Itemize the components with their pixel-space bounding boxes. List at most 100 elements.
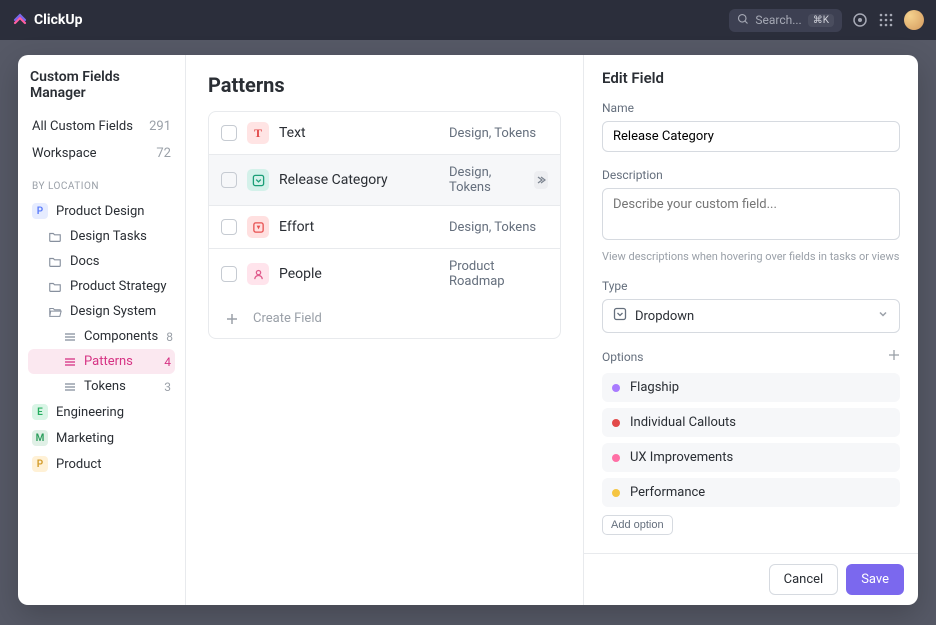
add-option-icon[interactable] bbox=[888, 349, 900, 365]
field-name: Text bbox=[279, 125, 439, 141]
record-icon[interactable] bbox=[852, 12, 868, 28]
location-item[interactable]: Design Tasks bbox=[28, 224, 175, 249]
summary-all[interactable]: All Custom Fields 291 bbox=[28, 113, 175, 140]
create-field[interactable]: Create Field bbox=[209, 299, 560, 338]
people-field-icon bbox=[247, 263, 269, 285]
field-row[interactable]: Release Category Design, Tokens bbox=[209, 155, 560, 206]
location-label: Design System bbox=[70, 304, 156, 319]
more-locations-icon[interactable] bbox=[534, 171, 548, 189]
location-label: Marketing bbox=[56, 431, 114, 446]
row-checkbox[interactable] bbox=[221, 172, 237, 188]
options-label: Options bbox=[602, 350, 644, 364]
location-item[interactable]: Tokens 3 bbox=[28, 374, 175, 399]
option-color-dot bbox=[612, 489, 620, 497]
field-location: Design, Tokens bbox=[449, 126, 536, 141]
field-location: Product Roadmap bbox=[449, 259, 548, 289]
row-checkbox[interactable] bbox=[221, 219, 237, 235]
option-label: Individual Callouts bbox=[630, 415, 736, 430]
location-item[interactable]: Docs bbox=[28, 249, 175, 274]
location-count: 8 bbox=[166, 330, 173, 344]
topbar: ClickUp Search... ⌘K bbox=[0, 0, 936, 40]
space-badge: P bbox=[32, 456, 48, 472]
sidebar-title: Custom Fields Manager bbox=[28, 69, 175, 101]
location-item[interactable]: P Product Design bbox=[28, 198, 175, 224]
location-item[interactable]: M Marketing bbox=[28, 425, 175, 451]
location-count: 3 bbox=[164, 380, 171, 394]
name-input[interactable] bbox=[602, 121, 900, 152]
option-color-dot bbox=[612, 454, 620, 462]
location-label: Components bbox=[84, 329, 158, 344]
option-color-dot bbox=[612, 384, 620, 392]
location-label: Docs bbox=[70, 254, 99, 269]
location-item[interactable]: P Product bbox=[28, 451, 175, 477]
cancel-button[interactable]: Cancel bbox=[769, 564, 839, 595]
main-content: Patterns T Text Design, Tokens Release C… bbox=[186, 55, 583, 605]
add-option-button[interactable]: Add option bbox=[602, 515, 673, 535]
chevron-down-icon bbox=[877, 308, 889, 324]
location-label: Product Strategy bbox=[70, 279, 166, 294]
location-label: Patterns bbox=[84, 354, 133, 369]
custom-fields-modal: Custom Fields Manager All Custom Fields … bbox=[18, 55, 918, 605]
type-select[interactable]: Dropdown bbox=[602, 299, 900, 333]
folder-icon bbox=[48, 230, 62, 244]
fields-table: T Text Design, Tokens Release Category D… bbox=[208, 111, 561, 339]
option-label: Flagship bbox=[630, 380, 679, 395]
section-by-location: BY LOCATION bbox=[32, 181, 175, 192]
list-icon bbox=[64, 331, 76, 343]
field-name: Release Category bbox=[279, 172, 439, 188]
dropdown-option[interactable]: Flagship bbox=[602, 373, 900, 402]
global-search[interactable]: Search... ⌘K bbox=[729, 9, 842, 32]
field-location: Design, Tokens bbox=[449, 165, 518, 195]
field-name: People bbox=[279, 266, 439, 282]
option-color-dot bbox=[612, 419, 620, 427]
user-avatar[interactable] bbox=[904, 10, 924, 30]
field-name: Effort bbox=[279, 219, 439, 235]
brand: ClickUp bbox=[12, 12, 82, 28]
row-checkbox[interactable] bbox=[221, 266, 237, 282]
name-label: Name bbox=[602, 101, 900, 115]
field-row[interactable]: Effort Design, Tokens bbox=[209, 206, 560, 249]
location-item[interactable]: E Engineering bbox=[28, 399, 175, 425]
field-location: Design, Tokens bbox=[449, 220, 536, 235]
dropdown-option[interactable]: Performance bbox=[602, 478, 900, 507]
folder-open-icon bbox=[48, 305, 62, 319]
field-row[interactable]: T Text Design, Tokens bbox=[209, 112, 560, 155]
location-count: 4 bbox=[164, 355, 171, 369]
dropdown-option[interactable]: UX Improvements bbox=[602, 443, 900, 472]
location-label: Tokens bbox=[84, 379, 126, 394]
plus-icon bbox=[221, 312, 243, 326]
search-icon bbox=[737, 13, 749, 28]
save-button[interactable]: Save bbox=[846, 564, 904, 595]
list-icon bbox=[64, 381, 76, 393]
space-badge: P bbox=[32, 203, 48, 219]
panel-footer: Cancel Save bbox=[584, 553, 918, 605]
location-label: Engineering bbox=[56, 405, 124, 420]
space-badge: M bbox=[32, 430, 48, 446]
location-item[interactable]: Design System bbox=[28, 299, 175, 324]
location-label: Product bbox=[56, 457, 101, 472]
dropdown-option[interactable]: Individual Callouts bbox=[602, 408, 900, 437]
location-item[interactable]: Patterns 4 bbox=[28, 349, 175, 374]
description-input[interactable] bbox=[602, 188, 900, 240]
folder-icon bbox=[48, 280, 62, 294]
row-checkbox[interactable] bbox=[221, 125, 237, 141]
location-item[interactable]: Product Strategy bbox=[28, 274, 175, 299]
description-hint: View descriptions when hovering over fie… bbox=[602, 250, 900, 263]
dropdown-field-icon bbox=[247, 169, 269, 191]
logo-icon bbox=[12, 12, 28, 28]
description-label: Description bbox=[602, 168, 900, 182]
summary-workspace[interactable]: Workspace 72 bbox=[28, 140, 175, 167]
type-label: Type bbox=[602, 279, 900, 293]
search-placeholder: Search... bbox=[755, 13, 801, 27]
effort-field-icon bbox=[247, 216, 269, 238]
apps-icon[interactable] bbox=[878, 12, 894, 28]
text-field-icon: T bbox=[247, 122, 269, 144]
folder-icon bbox=[48, 255, 62, 269]
field-row[interactable]: People Product Roadmap bbox=[209, 249, 560, 299]
dropdown-icon bbox=[613, 307, 627, 325]
space-badge: E bbox=[32, 404, 48, 420]
list-icon bbox=[64, 356, 76, 368]
location-label: Product Design bbox=[56, 204, 144, 219]
edit-panel: Edit Field Name Description View descrip… bbox=[583, 55, 918, 605]
location-item[interactable]: Components 8 bbox=[28, 324, 175, 349]
